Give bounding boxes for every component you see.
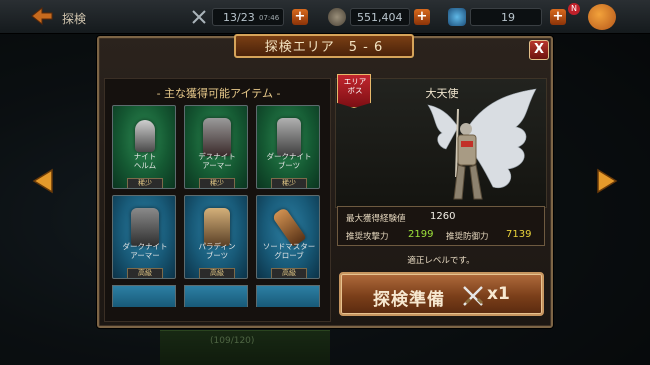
rarity-badge: 稀少 (199, 178, 235, 188)
item-slot-swordmaster-gloves[interactable]: ソードマスター グローブ 高級 (256, 195, 320, 279)
gold-value: 551,404 (357, 11, 403, 24)
ready-button-label: 探検準備 (373, 290, 445, 310)
stamina-value: 13/23 (223, 11, 255, 24)
gold-plus-button[interactable]: + (414, 9, 430, 25)
helm-icon (135, 120, 155, 152)
item-slot-death-knight-armor[interactable]: デスナイト アーマー 稀少 (184, 105, 248, 189)
dialog-title: 探検エリア 5 - 6 (264, 40, 384, 55)
boots-icon (277, 118, 301, 156)
screen-title: 探検 (62, 12, 87, 26)
recommended-def-label: 推奨防御力 (446, 232, 489, 242)
area-boss-label: エリア ボス (343, 77, 367, 95)
back-arrow-icon[interactable] (30, 7, 54, 25)
item-slot-partial[interactable] (256, 285, 320, 307)
chat-bubble-icon[interactable] (588, 4, 616, 30)
recommended-atk-label: 推奨攻撃力 (346, 232, 389, 242)
stamina-timer: 07:46 (259, 14, 280, 22)
max-exp-label: 最大獲得経験値 (346, 214, 406, 224)
exploration-ready-button[interactable]: 探検準備 x1 (339, 272, 544, 316)
item-slot-paladin-boots[interactable]: パラディン ブーツ 高級 (184, 195, 248, 279)
crossed-swords-icon (463, 286, 484, 306)
rarity-badge: 高級 (199, 268, 235, 278)
prev-area-arrow-icon[interactable] (30, 168, 54, 194)
item-name: デスナイト アーマー (198, 152, 236, 170)
area-boss-ribbon: エリア ボス (337, 74, 371, 108)
top-status-bar: 探検 13/23 07:46 + 551,404 + 19 + N (0, 0, 650, 34)
max-exp-value: 1260 (430, 211, 456, 222)
gem-box: 19 (470, 8, 542, 26)
rarity-badge: 稀少 (127, 178, 163, 188)
level-appropriate-note: 適正レベルです。 (407, 256, 475, 266)
next-area-arrow-icon[interactable] (596, 168, 620, 194)
item-slot-dark-knight-boots[interactable]: ダークナイト ブーツ 稀少 (256, 105, 320, 189)
boss-stats-box: 最大獲得経験値 1260 推奨攻撃力 2199 推奨防御力 7139 (337, 206, 545, 246)
gem-icon (448, 8, 466, 26)
item-name: ダークナイト アーマー (122, 242, 168, 260)
item-name: パラディン ブーツ (198, 242, 236, 260)
obtainable-items-panel: - 主な獲得可能アイテム - ナイト ヘルム 稀少 デスナイト アーマー 稀少 … (104, 78, 331, 322)
exploration-area-dialog: 探検エリア 5 - 6 X - 主な獲得可能アイテム - ナイト ヘルム 稀少 … (97, 34, 553, 328)
archangel-boss-art (427, 88, 537, 200)
area-boss-panel: 大天使 エリア ボス 最大獲得経験値 1260 推奨攻撃力 2199 推奨防御力… (335, 74, 547, 322)
items-section-title: - 主な獲得可能アイテム - (156, 87, 281, 100)
dialog-title-plate: 探検エリア 5 - 6 (234, 34, 414, 58)
gold-box: 551,404 (350, 8, 410, 26)
stamina-swords-icon (192, 10, 206, 24)
item-slot-dark-knight-armor[interactable]: ダークナイト アーマー 高級 (112, 195, 176, 279)
recommended-def-value: 7139 (506, 229, 532, 240)
item-slot-partial[interactable] (184, 285, 248, 307)
armor-icon (131, 208, 159, 246)
item-slot-knight-helm[interactable]: ナイト ヘルム 稀少 (112, 105, 176, 189)
armor-icon (203, 118, 231, 156)
stamina-box: 13/23 07:46 (212, 8, 284, 26)
item-name: ナイト ヘルム (133, 152, 157, 170)
close-button[interactable]: X (529, 40, 549, 60)
gem-plus-button[interactable]: + (550, 9, 566, 25)
rarity-badge: 稀少 (271, 178, 307, 188)
stamina-cost: x1 (487, 284, 510, 304)
gold-coin-icon (328, 8, 346, 26)
item-slot-partial[interactable] (112, 285, 176, 307)
stamina-plus-button[interactable]: + (292, 9, 308, 25)
gem-value: 19 (501, 11, 515, 24)
rarity-badge: 高級 (271, 268, 307, 278)
notification-badge: N (568, 3, 580, 15)
item-name: ソードマスター グローブ (262, 242, 316, 260)
recommended-atk-value: 2199 (408, 229, 434, 240)
item-name: ダークナイト ブーツ (266, 152, 312, 170)
rarity-badge: 高級 (127, 268, 163, 278)
boots-icon (204, 208, 230, 246)
